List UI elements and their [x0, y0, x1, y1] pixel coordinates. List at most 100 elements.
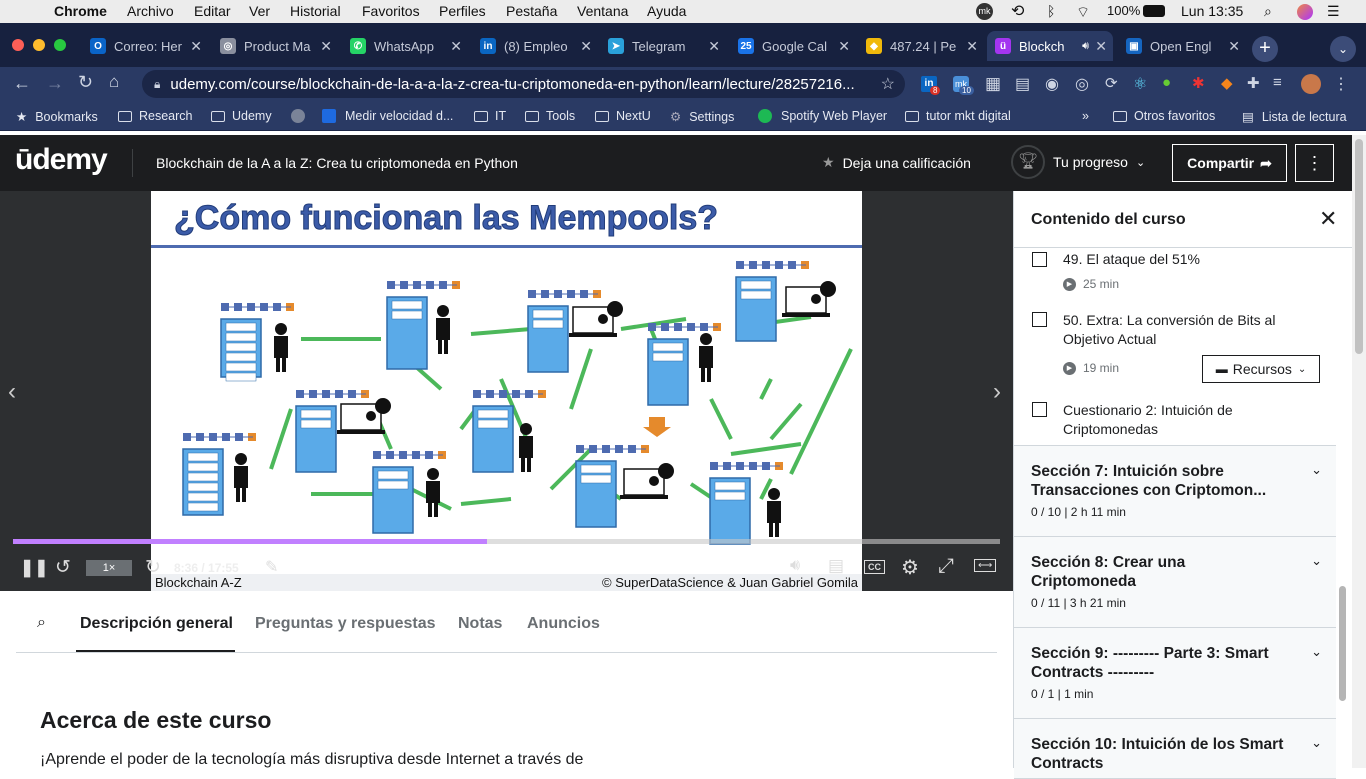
wifi-icon[interactable]: ⌔: [1076, 3, 1090, 22]
menu-archivo[interactable]: Archivo: [127, 3, 174, 19]
circle-extension-icon[interactable]: ◎: [1075, 74, 1089, 94]
metamask-icon[interactable]: ◆: [1221, 74, 1233, 92]
browser-tab[interactable]: ü Blockch 🔊︎ ✕: [987, 31, 1113, 61]
forward-icon[interactable]: ↻: [145, 556, 161, 579]
menu-ver[interactable]: Ver: [249, 3, 270, 19]
tab-close-icon[interactable]: ✕: [966, 38, 978, 55]
forward-arrow-icon[interactable]: →: [46, 73, 64, 94]
home-icon[interactable]: ⌂: [109, 72, 119, 92]
section-9[interactable]: Sección 9: --------- Parte 3: Smart Cont…: [1014, 628, 1336, 719]
battery-icon[interactable]: [1143, 5, 1165, 17]
previous-lecture-arrow[interactable]: ‹: [8, 378, 16, 406]
extensions-puzzle-icon[interactable]: ✚: [1247, 74, 1260, 92]
control-center-icon[interactable]: ☰: [1327, 3, 1340, 20]
tab-close-icon[interactable]: ✕: [190, 38, 202, 55]
lock-icon[interactable]: 🔒︎: [154, 77, 160, 92]
menu-editar[interactable]: Editar: [194, 3, 231, 19]
bookmark-udemy[interactable]: Udemy: [211, 109, 272, 123]
tab-announcements[interactable]: Anuncios: [527, 615, 600, 633]
rate-course-button[interactable]: ★ Deja una calificación: [822, 154, 971, 171]
note-icon[interactable]: ✎: [265, 557, 278, 577]
bookmark-star-icon[interactable]: ☆: [881, 74, 895, 94]
chrome-menu-icon[interactable]: ⋮: [1333, 74, 1349, 94]
page-scrollbar[interactable]: [1352, 135, 1366, 768]
tab-close-icon[interactable]: ✕: [708, 38, 720, 55]
tab-notes[interactable]: Notas: [458, 615, 502, 633]
react-devtools-icon[interactable]: ⚛: [1133, 74, 1147, 94]
frog-extension-icon[interactable]: ●: [1162, 74, 1171, 91]
bookmark-globe[interactable]: [291, 109, 305, 123]
reload-icon[interactable]: ↻: [78, 72, 93, 93]
close-window-button[interactable]: [12, 39, 24, 51]
next-lecture-arrow[interactable]: ›: [993, 378, 1001, 406]
tab-close-icon[interactable]: ✕: [580, 38, 592, 55]
bookmark-settings[interactable]: ⚙ Settings: [670, 109, 734, 125]
browser-tab[interactable]: 25 Google Cal ✕: [730, 31, 856, 61]
tab-close-icon[interactable]: ✕: [320, 38, 332, 55]
section-10[interactable]: Sección 10: Intuición de los Smart Contr…: [1014, 719, 1336, 779]
pause-icon[interactable]: ❚❚: [20, 558, 49, 578]
expand-view-icon[interactable]: ⟷: [974, 559, 997, 572]
clock[interactable]: Lun 13:35: [1181, 3, 1243, 19]
tab-close-icon[interactable]: ✕: [450, 38, 462, 55]
bookmark-nextu[interactable]: NextU: [595, 109, 651, 123]
completion-checkbox[interactable]: [1032, 312, 1047, 327]
tab-close-icon[interactable]: ✕: [1095, 38, 1107, 55]
bluetooth-icon[interactable]: ᛒ: [1047, 3, 1055, 19]
menu-favoritos[interactable]: Favoritos: [362, 3, 420, 19]
panel-scrollbar-thumb[interactable]: [1339, 586, 1346, 701]
browser-tab[interactable]: ▣ Open Engl ✕: [1118, 31, 1246, 61]
udemy-logo[interactable]: ūdemy: [15, 143, 108, 177]
sync-extension-icon[interactable]: ⟳: [1105, 74, 1118, 92]
close-icon[interactable]: ✕: [1319, 206, 1337, 232]
lecture-item[interactable]: 49. El ataque del 51% ▶ 25 min: [1014, 249, 1336, 308]
browser-tab[interactable]: ➤ Telegram ✕: [600, 31, 726, 61]
menu-pestana[interactable]: Pestaña: [506, 3, 557, 19]
time-machine-icon[interactable]: ⟲: [1011, 1, 1024, 21]
bookmark-otros[interactable]: Otros favoritos: [1113, 109, 1215, 123]
page-scrollbar-thumb[interactable]: [1355, 139, 1363, 354]
menu-app-name[interactable]: Chrome: [54, 3, 107, 19]
menu-historial[interactable]: Historial: [290, 3, 341, 19]
browser-tab[interactable]: ◆ 487.24 | Pe ✕: [858, 31, 984, 61]
reading-list[interactable]: ▤ Lista de lectura: [1242, 109, 1347, 125]
search-icon[interactable]: ⌕: [37, 614, 46, 632]
reading-list-icon[interactable]: ≡: [1273, 74, 1282, 91]
settings-gear-icon[interactable]: ⚙: [901, 555, 919, 580]
minimize-window-button[interactable]: [33, 39, 45, 51]
tab-search-button[interactable]: ⌄: [1330, 36, 1356, 62]
completion-checkbox[interactable]: [1032, 252, 1047, 267]
progress-dropdown[interactable]: Tu progreso ⌄: [1053, 154, 1145, 170]
browser-tab[interactable]: O Correo: Her ✕: [82, 31, 208, 61]
menu-perfiles[interactable]: Perfiles: [439, 3, 486, 19]
bookmarks-overflow-icon[interactable]: »: [1082, 109, 1089, 123]
share-button[interactable]: Compartir ➦: [1172, 144, 1287, 182]
tab-qa[interactable]: Preguntas y respuestas: [255, 615, 436, 633]
quiz-item[interactable]: Cuestionario 2: Intuición de Criptomoned…: [1014, 399, 1336, 445]
bug-extension-icon[interactable]: ✱: [1192, 74, 1205, 92]
section-8[interactable]: Sección 8: Crear una Criptomoneda 0 / 11…: [1014, 537, 1336, 628]
trophy-icon[interactable]: 🏆︎: [1011, 145, 1045, 179]
bookmark-spotify[interactable]: Spotify Web Player: [758, 109, 887, 123]
profile-avatar[interactable]: [1301, 74, 1321, 94]
grid-extension-icon[interactable]: ▦: [985, 74, 1001, 94]
resources-dropdown[interactable]: ▬ Recursos ⌄: [1202, 355, 1320, 383]
rewind-icon[interactable]: ↺: [55, 556, 71, 579]
section-7[interactable]: Sección 7: Intuición sobre Transacciones…: [1014, 445, 1336, 537]
playback-speed[interactable]: 1×: [86, 560, 132, 576]
audio-playing-icon[interactable]: 🔊︎: [1082, 40, 1089, 53]
tab-close-icon[interactable]: ✕: [838, 38, 850, 55]
captions-icon[interactable]: CC: [864, 560, 885, 574]
spotlight-icon[interactable]: ⌕: [1264, 3, 1272, 20]
completion-checkbox[interactable]: [1032, 402, 1047, 417]
menu-ayuda[interactable]: Ayuda: [647, 3, 686, 19]
video-progress-track[interactable]: [13, 539, 1000, 544]
lecture-item[interactable]: 50. Extra: La conversión de Bits al Obje…: [1014, 309, 1336, 393]
back-arrow-icon[interactable]: ←: [13, 73, 31, 94]
zoom-window-button[interactable]: [54, 39, 66, 51]
more-options-button[interactable]: ⋮: [1295, 144, 1334, 182]
camera-extension-icon[interactable]: ◉: [1045, 74, 1059, 94]
new-tab-button[interactable]: +: [1252, 36, 1278, 62]
puzzle-grid-icon[interactable]: ▤: [1015, 74, 1030, 94]
volume-icon[interactable]: 🔊︎: [790, 557, 800, 575]
